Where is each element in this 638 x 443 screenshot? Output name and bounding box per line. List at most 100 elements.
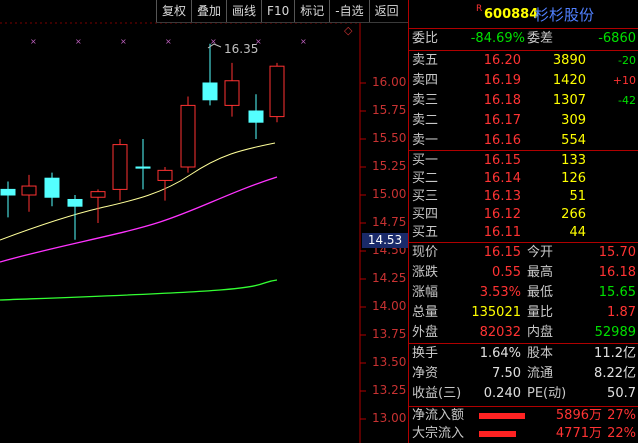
quote-label: 涨幅	[412, 285, 439, 300]
quote-label: 现价	[412, 245, 439, 260]
ask-row[interactable]: 卖三 16.18 1307 -42	[409, 91, 638, 111]
ask-row[interactable]: 卖四 16.19 1420 +10	[409, 71, 638, 91]
ma10-line	[0, 176, 278, 263]
ask-change: +10	[612, 74, 636, 87]
quote-label: 量比	[527, 305, 554, 320]
flow-bar	[479, 413, 525, 419]
bid-price: 16.11	[483, 225, 521, 240]
ask-label: 卖一	[412, 133, 439, 148]
bid-volume: 133	[561, 153, 586, 168]
candle-body	[112, 144, 128, 190]
flow-row: 净流入额 5896万 27%	[409, 407, 638, 425]
bid-row[interactable]: 买四 16.12 266	[409, 206, 638, 224]
candle-body	[67, 198, 83, 207]
ask-label: 卖三	[412, 93, 439, 108]
price-tick-label: 15.00	[372, 187, 407, 201]
bid-volume: 266	[561, 207, 586, 222]
fundamental-value: 50.7	[607, 386, 636, 401]
ask-volume: 554	[561, 133, 586, 148]
stock-header: R 600884 杉杉股份	[409, 2, 638, 28]
fundamental-label: PE(动)	[527, 386, 567, 401]
fundamental-row: 净资 7.50 流通 8.22亿	[409, 364, 638, 384]
bid-row[interactable]: 买五 16.11 44	[409, 224, 638, 242]
fundamental-label: 股本	[527, 346, 554, 361]
candle-body	[224, 80, 240, 106]
flag-badge: R	[476, 4, 483, 14]
ask-price: 16.20	[483, 53, 521, 68]
quote-label: 涨跌	[412, 265, 439, 280]
candle-body	[21, 185, 37, 196]
price-tick-label: 15.50	[372, 131, 407, 145]
overlay-button[interactable]: 叠加	[191, 0, 226, 22]
fundamental-row: 收益(三) 0.240 PE(动) 50.7	[409, 384, 638, 404]
candle-body	[180, 104, 196, 168]
mark-button[interactable]: 标记	[294, 0, 329, 22]
ask-row[interactable]: 卖五 16.20 3890 -20	[409, 51, 638, 71]
marker-x: ×	[300, 37, 307, 46]
weibi-value: -84.69%	[470, 31, 525, 46]
ask-price: 16.18	[483, 93, 521, 108]
remove-watchlist-button[interactable]: -自选	[329, 0, 368, 22]
ask-change: -20	[618, 54, 636, 67]
weibi-label: 委比	[412, 31, 439, 46]
quote-row: 总量 135021 量比 1.87	[409, 303, 638, 323]
bid-price: 16.15	[483, 153, 521, 168]
bid-row[interactable]: 买二 16.14 126	[409, 170, 638, 188]
quote-value: 15.70	[598, 245, 636, 260]
ask-label: 卖五	[412, 53, 439, 68]
flow-value: 5896万	[555, 408, 602, 423]
bid-label: 买一	[412, 153, 439, 168]
ma5-line	[0, 142, 276, 241]
price-tick-label: 13.75	[372, 327, 407, 341]
candle-body	[269, 65, 285, 118]
ask-row[interactable]: 卖二 16.17 309	[409, 111, 638, 131]
price-tick-label: 13.50	[372, 355, 407, 369]
ask-volume: 3890	[552, 53, 586, 68]
ask-price: 16.19	[483, 73, 521, 88]
marker-x: ×	[165, 37, 172, 46]
diamond-icon[interactable]: ◇	[344, 25, 354, 36]
back-button[interactable]: 返回	[368, 0, 404, 22]
ask-row[interactable]: 卖一 16.16 554	[409, 131, 638, 151]
ask-price: 16.16	[483, 133, 521, 148]
marker-x: ×	[30, 37, 37, 46]
quote-value: 16.18	[598, 265, 636, 280]
quote-value: 82032	[479, 325, 521, 340]
quote-value: 1.87	[607, 305, 636, 320]
price-tick-label: 14.00	[372, 299, 407, 313]
kline-chart[interactable]: × × × × × × ×16.35	[0, 0, 408, 443]
quote-value: 16.15	[483, 245, 521, 260]
candle-body	[0, 188, 16, 196]
draw-line-button[interactable]: 画线	[226, 0, 261, 22]
fundamental-value: 8.22亿	[594, 366, 636, 381]
quote-label: 外盘	[412, 325, 439, 340]
quote-label: 今开	[527, 245, 554, 260]
f10-button[interactable]: F10	[261, 0, 294, 22]
ask-volume: 309	[561, 113, 586, 128]
fundamental-label: 净资	[412, 366, 439, 381]
high-annotation: 16.35	[224, 42, 258, 56]
bid-row[interactable]: 买三 16.13 51	[409, 188, 638, 206]
ask-volume: 1307	[552, 93, 586, 108]
candle-body	[157, 169, 173, 181]
fundamental-label: 流通	[527, 366, 554, 381]
quote-row: 涨幅 3.53% 最低 15.65	[409, 283, 638, 303]
fundamental-label: 收益(三)	[412, 386, 462, 401]
fundamental-value: 11.2亿	[594, 346, 636, 361]
quote-value: 135021	[471, 305, 521, 320]
price-tick-label: 15.75	[372, 103, 407, 117]
flow-row: 大宗流入 4771万 22%	[409, 425, 638, 443]
ask-label: 卖二	[412, 113, 439, 128]
quote-row: 涨跌 0.55 最高 16.18	[409, 263, 638, 283]
fuquan-button[interactable]: 复权	[156, 0, 191, 22]
bid-row[interactable]: 买一 16.15 133	[409, 152, 638, 170]
ask-price: 16.17	[483, 113, 521, 128]
bid-volume: 126	[561, 171, 586, 186]
quote-row: 现价 16.15 今开 15.70	[409, 243, 638, 263]
quote-value: 52989	[594, 325, 636, 340]
candle-body	[44, 177, 60, 198]
price-tick-label: 14.75	[372, 215, 407, 229]
ask-change: -42	[618, 94, 636, 107]
ma20-line	[0, 279, 278, 301]
bid-label: 买五	[412, 225, 439, 240]
